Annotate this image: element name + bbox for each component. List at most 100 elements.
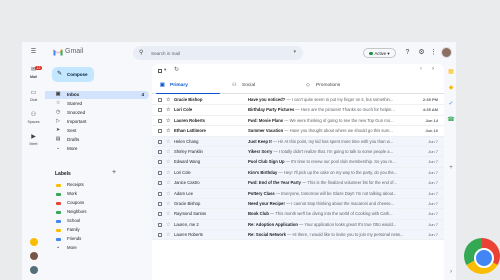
gear-icon[interactable]: ⚙ xyxy=(417,48,426,57)
email-row[interactable]: ☆ Edward Wang Pool Club Sign Up — It's tim… xyxy=(152,157,444,168)
label-item-receipts[interactable]: Receipts xyxy=(45,181,145,189)
prev-page-icon[interactable]: ‹ xyxy=(420,66,422,72)
email-row[interactable]: ☆ Lori Cole Birthday Party Pictures — Here… xyxy=(152,105,444,116)
star-icon[interactable]: ☆ xyxy=(166,147,170,156)
label-name: Friends xyxy=(67,236,82,241)
row-checkbox[interactable] xyxy=(158,181,162,186)
star-icon[interactable]: ☆ xyxy=(166,168,170,177)
chevron-right-icon[interactable]: › xyxy=(447,268,455,276)
star-icon[interactable]: ☆ xyxy=(166,137,170,146)
row-checkbox[interactable] xyxy=(158,160,162,165)
email-row[interactable]: ☆ Lauren, me 2 Re: Adoption Application — … xyxy=(152,219,444,231)
email-row[interactable]: ☆ Ethan Lattimore Summer Vacation — Have y… xyxy=(152,126,444,137)
rail-mail[interactable]: ✉ 12 Mail xyxy=(22,66,45,79)
add-label-icon[interactable]: + xyxy=(112,169,116,176)
nav-starred[interactable]: ☆ Starred xyxy=(45,100,149,108)
email-row[interactable]: ☆ Adam Lee Pottery Class — Everyone, tomor… xyxy=(152,188,444,199)
plus-icon[interactable]: + xyxy=(447,164,455,172)
refresh-icon[interactable]: ↻ xyxy=(174,66,179,73)
row-checkbox[interactable] xyxy=(158,118,162,123)
select-all-checkbox[interactable] xyxy=(158,69,162,73)
rail-chat[interactable]: ▭ Chat xyxy=(22,90,45,102)
row-checkbox[interactable] xyxy=(158,139,162,144)
row-checkbox[interactable] xyxy=(158,233,162,238)
profile-avatar-1[interactable] xyxy=(30,238,38,246)
rail-spaces[interactable]: ⚇ Spaces xyxy=(22,112,45,124)
label-item-coupons[interactable]: Coupons xyxy=(45,199,145,207)
label-item-work[interactable]: Work xyxy=(45,190,145,198)
star-icon[interactable]: ☆ xyxy=(166,105,170,114)
row-checkbox[interactable] xyxy=(158,98,162,102)
row-checkbox[interactable] xyxy=(158,222,162,227)
star-icon[interactable]: ☆ xyxy=(166,230,170,239)
row-checkbox[interactable] xyxy=(158,170,162,175)
profile-avatar-3[interactable] xyxy=(30,266,38,274)
email-subject: Book Club xyxy=(248,211,269,217)
row-checkbox[interactable] xyxy=(158,149,162,154)
row-checkbox[interactable] xyxy=(158,191,162,196)
tasks-icon[interactable]: ✓ xyxy=(447,100,455,108)
clock-icon: ◷ xyxy=(55,110,61,115)
star-icon[interactable]: ☆ xyxy=(166,220,170,229)
tab-primary[interactable]: ▣ Primary xyxy=(152,78,224,94)
row-checkbox[interactable] xyxy=(158,129,162,134)
row-checkbox[interactable] xyxy=(158,212,162,217)
nav-snoozed[interactable]: ◷ Snoozed xyxy=(45,109,149,117)
email-date: Jun 7 xyxy=(428,232,438,238)
star-icon[interactable]: ☆ xyxy=(166,95,170,104)
nav-label: Sent xyxy=(67,128,77,133)
apps-grid-icon[interactable]: ⋮ xyxy=(429,48,438,57)
calendar-icon[interactable]: ▦ xyxy=(447,68,455,76)
compose-button[interactable]: ✎ Compose xyxy=(52,67,94,82)
star-icon[interactable]: ☆ xyxy=(166,126,170,135)
row-checkbox[interactable] xyxy=(158,108,162,113)
status-indicator[interactable]: Active ▾ xyxy=(363,48,396,58)
row-checkbox[interactable] xyxy=(158,201,162,206)
rail-meet-label: Meet xyxy=(29,142,38,146)
main-menu-button[interactable]: ☰ xyxy=(22,49,45,57)
email-row[interactable]: ☆ Helen Chang Just Keep It — Hi! At this p… xyxy=(152,136,444,147)
nav-more[interactable]: ⌄ More xyxy=(45,145,149,153)
account-avatar[interactable] xyxy=(441,47,452,58)
email-date: Jun 7 xyxy=(428,159,438,165)
nav-sent[interactable]: ➤ Sent xyxy=(45,127,149,135)
email-sender: Gracie Bishop xyxy=(174,97,203,102)
star-icon[interactable]: ☆ xyxy=(166,189,170,198)
help-icon[interactable]: ? xyxy=(403,48,412,57)
nav-important[interactable]: ▷ Important xyxy=(45,118,149,126)
rail-meet[interactable]: ▶ Meet xyxy=(22,134,45,146)
profile-avatar-2[interactable] xyxy=(30,252,38,260)
tab-promotions[interactable]: ◇ Promotions xyxy=(298,78,370,94)
email-row[interactable]: ☆ Gracie Bishop Need your Recipe! — I cann… xyxy=(152,198,444,210)
email-row[interactable]: ☆ Janice Castro Fwd: End of the Year Party… xyxy=(152,178,444,189)
email-row[interactable]: ☆ Shirley Franklin Yikes! Sorry — I totall… xyxy=(152,146,444,158)
email-row[interactable]: ☆ Lori Cole Kim's Birthday — Hey! I'll pic… xyxy=(152,167,444,179)
email-row[interactable]: ☆ Lauren Roberts Fwd: Movie Plans — We wer… xyxy=(152,115,444,127)
contacts-icon[interactable]: ☎ xyxy=(447,116,455,124)
star-icon[interactable]: ☆ xyxy=(166,199,170,208)
nav-drafts[interactable]: ▤ Drafts xyxy=(45,136,149,144)
email-row[interactable]: ☆ Raymond Santos Book Club — This month we… xyxy=(152,209,444,220)
search-bar[interactable]: ⚲ Search in mail ▾ xyxy=(133,46,303,60)
star-icon[interactable]: ☆ xyxy=(166,116,170,125)
search-options-icon[interactable]: ▾ xyxy=(293,49,296,55)
email-summary: Book Club — This month we'll be diving i… xyxy=(248,209,408,218)
rail-chat-label: Chat xyxy=(29,98,38,102)
label-item-family[interactable]: Family xyxy=(45,226,145,234)
chevron-down-icon[interactable]: ▾ xyxy=(164,67,166,73)
search-input[interactable]: Search in mail xyxy=(151,51,180,56)
label-item-more[interactable]: ⌄ More xyxy=(45,244,145,252)
email-row[interactable]: ☆ Gracie Bishop Have you noticed? — I can'… xyxy=(152,95,444,106)
nav-inbox[interactable]: ▣ Inbox 4 xyxy=(45,91,149,99)
label-item-neighbors[interactable]: Neighbors xyxy=(45,208,145,216)
search-icon[interactable]: ⚲ xyxy=(139,49,143,56)
star-icon[interactable]: ☆ xyxy=(166,209,170,218)
star-icon[interactable]: ☆ xyxy=(166,157,170,166)
label-item-friends[interactable]: Friends xyxy=(45,235,145,243)
keep-icon[interactable]: ◆ xyxy=(447,84,455,92)
tab-social[interactable]: ⚇ Social xyxy=(224,78,296,94)
label-item-school[interactable]: School xyxy=(45,217,145,225)
star-icon[interactable]: ☆ xyxy=(166,178,170,187)
next-page-icon[interactable]: › xyxy=(432,66,434,72)
email-row[interactable]: ☆ Lauren Roberts Re: Social Network — Hi t… xyxy=(152,230,444,241)
